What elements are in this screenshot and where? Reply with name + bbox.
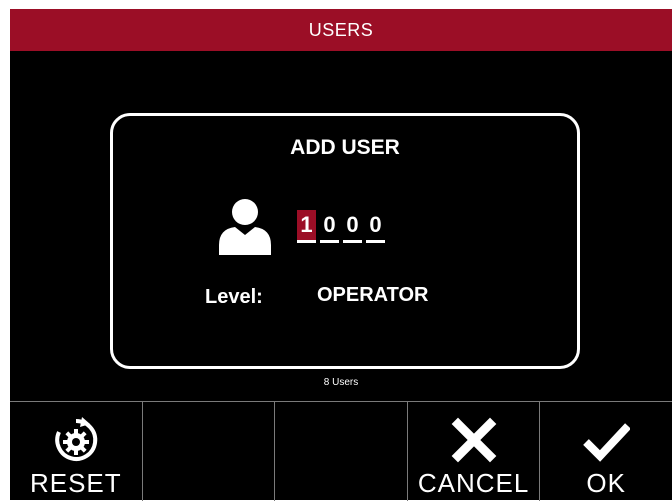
dialog-title: ADD USER xyxy=(290,136,400,159)
reset-icon xyxy=(55,417,98,461)
level-label: Level: xyxy=(205,286,263,308)
add-user-dialog: ADD USER 1 0 0 0 Level: OPERATOR xyxy=(110,113,580,369)
ok-icon xyxy=(583,423,631,462)
cancel-icon xyxy=(451,417,496,463)
user-id-digit[interactable]: 0 xyxy=(320,210,339,243)
user-id-digit[interactable]: 0 xyxy=(366,210,385,243)
ok-label: OK xyxy=(586,468,626,498)
user-count: 8 Users xyxy=(323,377,359,388)
screen: USERS ADD USER 1 0 0 0 Level: OPERATOR 8… xyxy=(10,9,672,501)
cancel-button[interactable]: CANCEL xyxy=(408,402,541,501)
empty-slot xyxy=(275,402,408,501)
empty-slot xyxy=(143,402,276,501)
user-id-digit[interactable]: 0 xyxy=(343,210,362,243)
level-selector[interactable]: OPERATOR xyxy=(317,284,429,307)
title-bar: USERS xyxy=(10,9,672,51)
page-title: USERS xyxy=(308,19,374,40)
reset-label: RESET xyxy=(29,468,122,498)
user-icon xyxy=(219,199,271,255)
bottom-toolbar: RESET CANCEL OK xyxy=(10,401,672,501)
reset-button[interactable]: RESET xyxy=(10,402,143,501)
cancel-label: CANCEL xyxy=(417,468,530,498)
user-id-digit[interactable]: 1 xyxy=(297,210,316,243)
ok-button[interactable]: OK xyxy=(540,402,672,501)
user-id-field[interactable]: 1 0 0 0 xyxy=(297,210,385,244)
